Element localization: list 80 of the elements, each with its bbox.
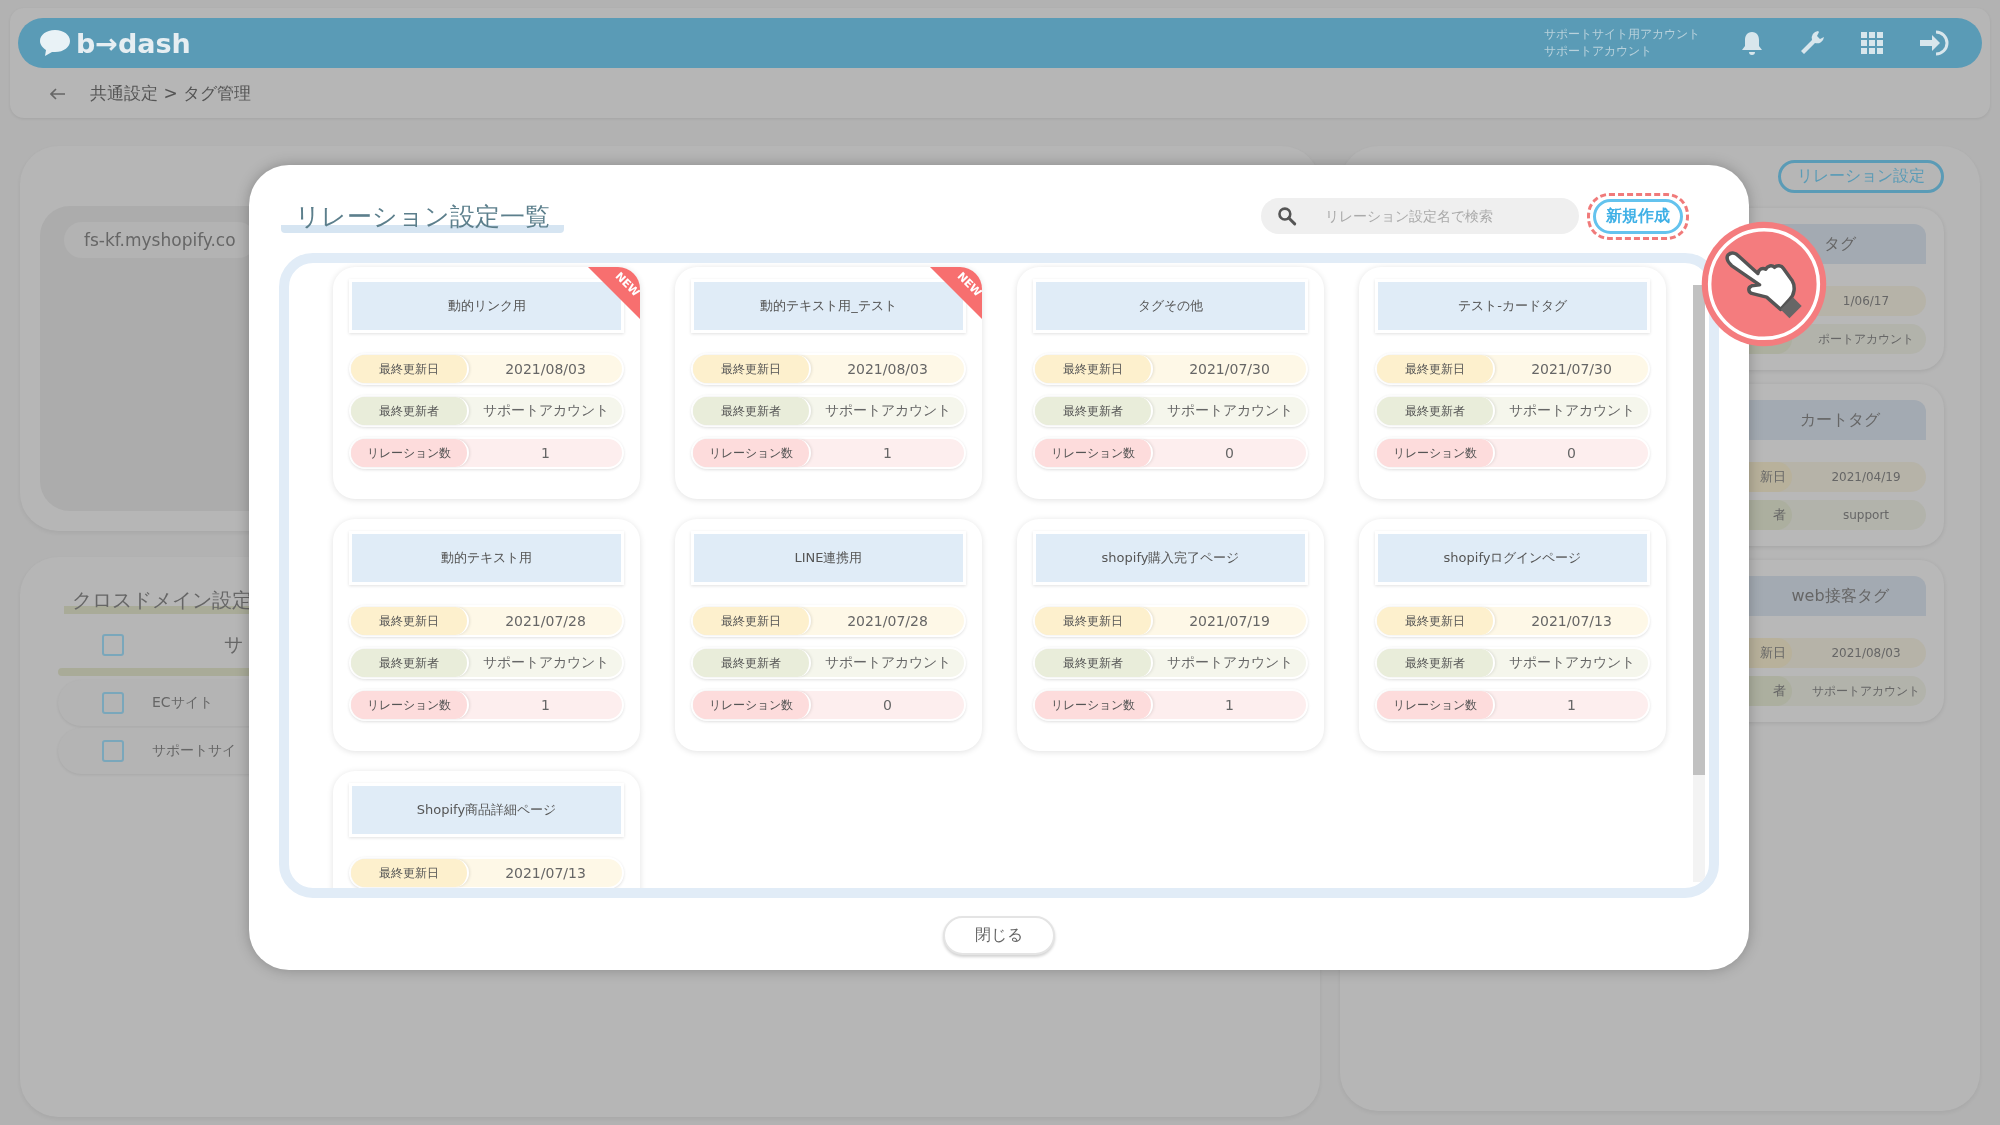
relation-card[interactable]: タグその他 最終更新日 2021/07/30 最終更新者 サポートアカウント リレーション数 0: [1017, 267, 1324, 499]
row-label: 最終更新日: [351, 859, 469, 887]
relation-card[interactable]: LINE連携用 最終更新日 2021/07/28 最終更新者 サポートアカウント リレーション数 0: [675, 519, 982, 751]
info-row: 最終更新者 サポートアカウント: [691, 647, 966, 679]
row-label: リレーション数: [1377, 691, 1495, 719]
row-label: リレーション数: [351, 439, 469, 467]
relation-card[interactable]: 動的テキスト用 最終更新日 2021/07/28 最終更新者 サポートアカウント リレーション数 1: [333, 519, 640, 751]
row-label: 最終更新日: [1035, 355, 1153, 383]
row-label: 最終更新日: [693, 607, 811, 635]
row-label: 最終更新者: [1377, 397, 1495, 425]
checkbox[interactable]: [102, 634, 124, 656]
checkbox[interactable]: [102, 740, 124, 762]
row-label: 最終更新日: [351, 355, 469, 383]
card-title: LINE連携用: [691, 531, 966, 585]
row-label: リレーション数: [693, 691, 811, 719]
info-row: リレーション数 1: [349, 437, 624, 469]
relation-card[interactable]: shopifyログインページ 最終更新日 2021/07/13 最終更新者 サポートアカウント リレーション数 1: [1359, 519, 1666, 751]
card-title: Shopify商品詳細ページ: [349, 783, 624, 837]
row-label: リレーション数: [1035, 691, 1153, 719]
row-label: 最終更新日: [1035, 607, 1153, 635]
info-row: 最終更新者 サポートアカウント: [349, 647, 624, 679]
account-site: サポートサイト用アカウント: [1544, 26, 1700, 43]
row-label: 最終更新日: [351, 607, 469, 635]
row-label: 最終更新日: [1377, 355, 1495, 383]
row-label: リレーション数: [1035, 439, 1153, 467]
info-row: 最終更新日 2021/07/28: [691, 605, 966, 637]
info-row: 最終更新日 2021/07/13: [1375, 605, 1650, 637]
row-label: 最終更新者: [351, 649, 469, 677]
info-row: リレーション数 0: [691, 689, 966, 721]
info-row: 最終更新日 2021/07/30: [1033, 353, 1308, 385]
info-row: 最終更新日 2021/08/03: [349, 353, 624, 385]
row-label: リレーション数: [351, 691, 469, 719]
back-arrow-icon[interactable]: [50, 87, 66, 100]
row-label: 最終更新日: [693, 355, 811, 383]
row-label: 最終更新者: [351, 397, 469, 425]
row-label: 最終更新日: [1377, 607, 1495, 635]
info-row: リレーション数 0: [1375, 437, 1650, 469]
info-row: 最終更新者 サポートアカウント: [1375, 395, 1650, 427]
scroll-thumb[interactable]: [1693, 285, 1705, 775]
speech-bubble-icon: [38, 28, 72, 58]
info-row: リレーション数 1: [349, 689, 624, 721]
row-label: 最終更新者: [693, 649, 811, 677]
info-row: リレーション数 1: [691, 437, 966, 469]
info-row: 最終更新日 2021/07/28: [349, 605, 624, 637]
card-title: shopifyログインページ: [1375, 531, 1650, 585]
info-row: 最終更新者 サポートアカウント: [1033, 395, 1308, 427]
row-label: 最終更新者: [693, 397, 811, 425]
info-row: 最終更新日 2021/07/13: [349, 857, 624, 888]
close-button[interactable]: 閉じる: [943, 916, 1055, 955]
card-title: shopify購入完了ページ: [1033, 531, 1308, 585]
relation-card[interactable]: shopify購入完了ページ 最終更新日 2021/07/19 最終更新者 サポートアカウント リレーション数 1: [1017, 519, 1324, 751]
bell-icon[interactable]: [1740, 30, 1764, 56]
row-label: 最終更新者: [1035, 397, 1153, 425]
logo-text: b→dash: [76, 27, 191, 59]
row-label: リレーション数: [1377, 439, 1495, 467]
card-title: 動的テキスト用: [349, 531, 624, 585]
row-label: 最終更新者: [1035, 649, 1153, 677]
search-icon: [1277, 206, 1297, 226]
info-row: リレーション数 0: [1033, 437, 1308, 469]
account-name: サポートアカウント: [1544, 43, 1653, 60]
card-title: テスト-カードタグ: [1375, 279, 1650, 333]
relation-card[interactable]: テスト-カードタグ 最終更新日 2021/07/30 最終更新者 サポートアカウント リレーション数 0: [1359, 267, 1666, 499]
checkbox[interactable]: [102, 692, 124, 714]
row-label: リレーション数: [693, 439, 811, 467]
breadcrumb: 共通設定 > タグ管理: [90, 82, 252, 105]
info-row: 最終更新日 2021/07/19: [1033, 605, 1308, 637]
relation-card[interactable]: Shopify商品詳細ページ 最終更新日 2021/07/13: [333, 771, 640, 888]
info-row: リレーション数 1: [1375, 689, 1650, 721]
row-label: 最終更新者: [1377, 649, 1495, 677]
info-row: 最終更新者 サポートアカウント: [1033, 647, 1308, 679]
grid-icon[interactable]: [1860, 31, 1884, 55]
card-title: タグその他: [1033, 279, 1308, 333]
info-row: 最終更新者 サポートアカウント: [349, 395, 624, 427]
info-row: リレーション数 1: [1033, 689, 1308, 721]
scrollbar[interactable]: [1693, 285, 1705, 882]
info-row: 最終更新者 サポートアカウント: [691, 395, 966, 427]
column-header: サ: [224, 632, 243, 657]
info-row: 最終更新者 サポートアカウント: [1375, 647, 1650, 679]
info-row: 最終更新日 2021/08/03: [691, 353, 966, 385]
info-row: 最終更新日 2021/07/30: [1375, 353, 1650, 385]
